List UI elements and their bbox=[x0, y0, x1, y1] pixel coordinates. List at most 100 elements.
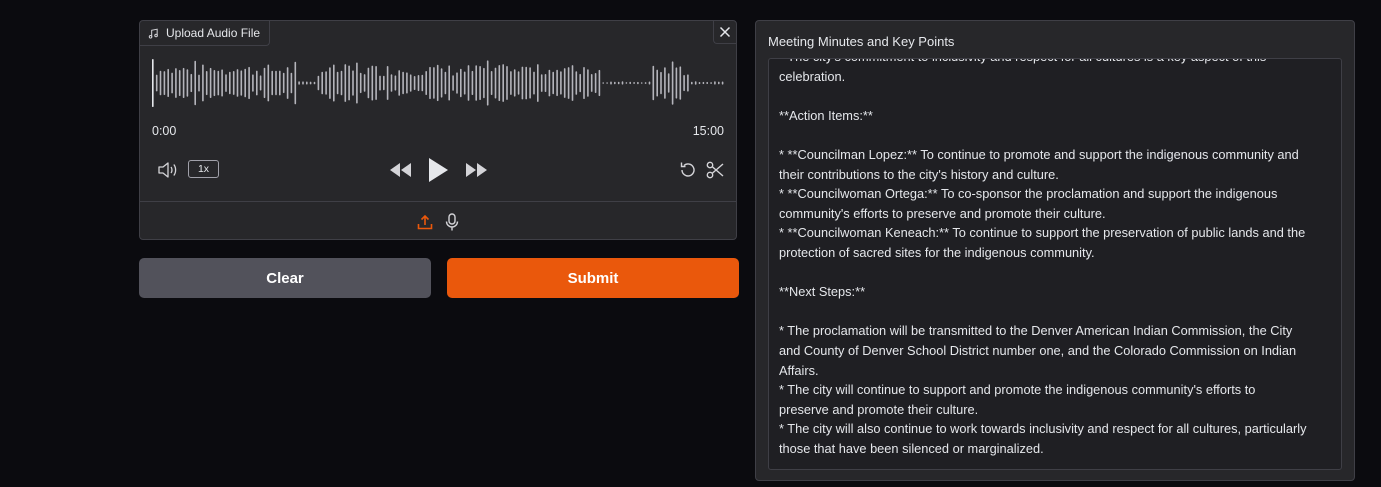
waveform-bar bbox=[610, 81, 612, 85]
waveform-bar bbox=[340, 70, 343, 96]
trim-button[interactable] bbox=[704, 159, 726, 181]
volume-button[interactable] bbox=[157, 159, 179, 181]
waveform-bar bbox=[175, 68, 177, 98]
waveform-bar bbox=[660, 71, 662, 95]
waveform-bar bbox=[575, 71, 578, 95]
waveform-bar bbox=[606, 82, 608, 84]
waveform-bar bbox=[637, 81, 639, 85]
minutes-line: * The city will also continue to work to… bbox=[779, 421, 1307, 437]
waveform-bar bbox=[194, 60, 196, 106]
waveform-bar bbox=[298, 81, 300, 85]
reset-button[interactable] bbox=[677, 159, 699, 181]
waveform-bar bbox=[155, 74, 158, 92]
waveform-bar bbox=[498, 65, 501, 101]
audio-upload-panel[interactable]: Upload Audio File 0:00 15:00 1x bbox=[139, 20, 737, 240]
minutes-line bbox=[779, 263, 1333, 283]
waveform-bar bbox=[325, 71, 327, 95]
waveform-bar bbox=[440, 68, 443, 98]
waveform-bar bbox=[664, 67, 666, 99]
waveform-bar bbox=[629, 81, 631, 85]
meeting-minutes-textbox[interactable]: * The city's commitment to inclusivity a… bbox=[768, 58, 1342, 470]
minutes-line: **Next Steps:** bbox=[779, 284, 866, 300]
waveform-bar bbox=[186, 69, 189, 97]
upload-source-button[interactable] bbox=[415, 212, 435, 232]
waveform-bar bbox=[448, 65, 450, 101]
waveform-bar bbox=[267, 64, 270, 102]
minutes-line bbox=[779, 86, 1333, 106]
waveform-bar bbox=[702, 81, 705, 85]
waveform-bar bbox=[652, 65, 655, 101]
minutes-line bbox=[779, 125, 1333, 145]
waveform-bar bbox=[379, 75, 381, 91]
upload-audio-label-text: Upload Audio File bbox=[166, 26, 261, 40]
waveform-bar bbox=[579, 73, 581, 93]
minutes-line: and County of Denver School District num… bbox=[779, 342, 1297, 358]
clear-button[interactable]: Clear bbox=[139, 258, 431, 298]
waveform-bar bbox=[621, 81, 624, 85]
waveform-bar bbox=[390, 74, 393, 92]
waveform-bar bbox=[286, 67, 289, 99]
close-button[interactable] bbox=[713, 21, 736, 44]
meeting-minutes-text: * The city's commitment to inclusivity a… bbox=[779, 59, 1333, 458]
time-duration: 15:00 bbox=[692, 124, 724, 138]
waveform-bar bbox=[706, 81, 708, 84]
waveform-bar bbox=[460, 68, 462, 98]
audio-waveform[interactable] bbox=[152, 57, 726, 109]
waveform-bar bbox=[486, 60, 489, 106]
waveform-bar bbox=[294, 61, 297, 105]
waveform-bar bbox=[398, 70, 400, 96]
waveform-bar bbox=[244, 68, 246, 98]
waveform-bar bbox=[190, 73, 193, 93]
waveform-bar bbox=[548, 69, 551, 97]
rewind-button[interactable] bbox=[388, 160, 414, 180]
waveform-bar bbox=[282, 72, 285, 94]
waveform-bar bbox=[698, 82, 701, 85]
waveform-bar bbox=[367, 67, 370, 99]
play-button[interactable] bbox=[425, 156, 451, 184]
waveform-bar bbox=[544, 74, 547, 92]
waveform-bar bbox=[617, 81, 620, 85]
waveform-bar bbox=[648, 81, 651, 85]
waveform-bar bbox=[675, 67, 678, 99]
waveform-bar bbox=[394, 75, 397, 91]
waveform-bar bbox=[417, 75, 420, 92]
waveform-bar bbox=[152, 59, 154, 107]
waveform-bar bbox=[248, 66, 250, 100]
minutes-line: community's efforts to preserve and prom… bbox=[779, 205, 1106, 221]
waveform-bar bbox=[213, 70, 216, 97]
waveform-bar bbox=[409, 74, 412, 92]
waveform-bar bbox=[421, 74, 424, 92]
waveform-bar bbox=[436, 64, 439, 102]
waveform-bar bbox=[333, 64, 335, 102]
waveform-bar bbox=[209, 67, 212, 98]
waveform-bar bbox=[406, 72, 408, 94]
upload-icon bbox=[417, 214, 433, 230]
waveform-bar bbox=[510, 71, 512, 95]
waveform-bar bbox=[167, 68, 169, 97]
waveform-bar bbox=[363, 74, 366, 92]
rewind-icon bbox=[390, 163, 411, 177]
waveform-bar bbox=[687, 74, 689, 92]
minutes-line: * **Councilwoman Ortega:** To co-sponsor… bbox=[779, 186, 1278, 202]
waveform-bar bbox=[679, 66, 682, 100]
submit-button[interactable]: Submit bbox=[447, 258, 739, 298]
waveform-bar bbox=[479, 66, 481, 100]
waveform-bar bbox=[640, 82, 643, 84]
fast-forward-button[interactable] bbox=[463, 160, 489, 180]
minutes-line: * The city will continue to support and … bbox=[779, 382, 1256, 398]
minutes-line: * **Councilwoman Keneach:** To continue … bbox=[779, 225, 1306, 241]
waveform-bar bbox=[552, 71, 554, 95]
waveform-bar bbox=[256, 70, 258, 96]
waveform-bar bbox=[302, 81, 304, 85]
waveform-bar bbox=[529, 67, 531, 99]
waveform-bar bbox=[517, 71, 520, 95]
waveform-bar bbox=[494, 67, 497, 99]
playback-speed-button[interactable]: 1x bbox=[188, 160, 219, 178]
waveform-bar bbox=[352, 70, 354, 96]
minutes-line: celebration. bbox=[779, 68, 846, 84]
waveform-bar bbox=[590, 74, 593, 92]
waveform-bar bbox=[602, 82, 604, 84]
waveform-bar bbox=[691, 81, 693, 85]
microphone-source-button[interactable] bbox=[442, 212, 462, 232]
waveform-bar bbox=[633, 82, 635, 84]
